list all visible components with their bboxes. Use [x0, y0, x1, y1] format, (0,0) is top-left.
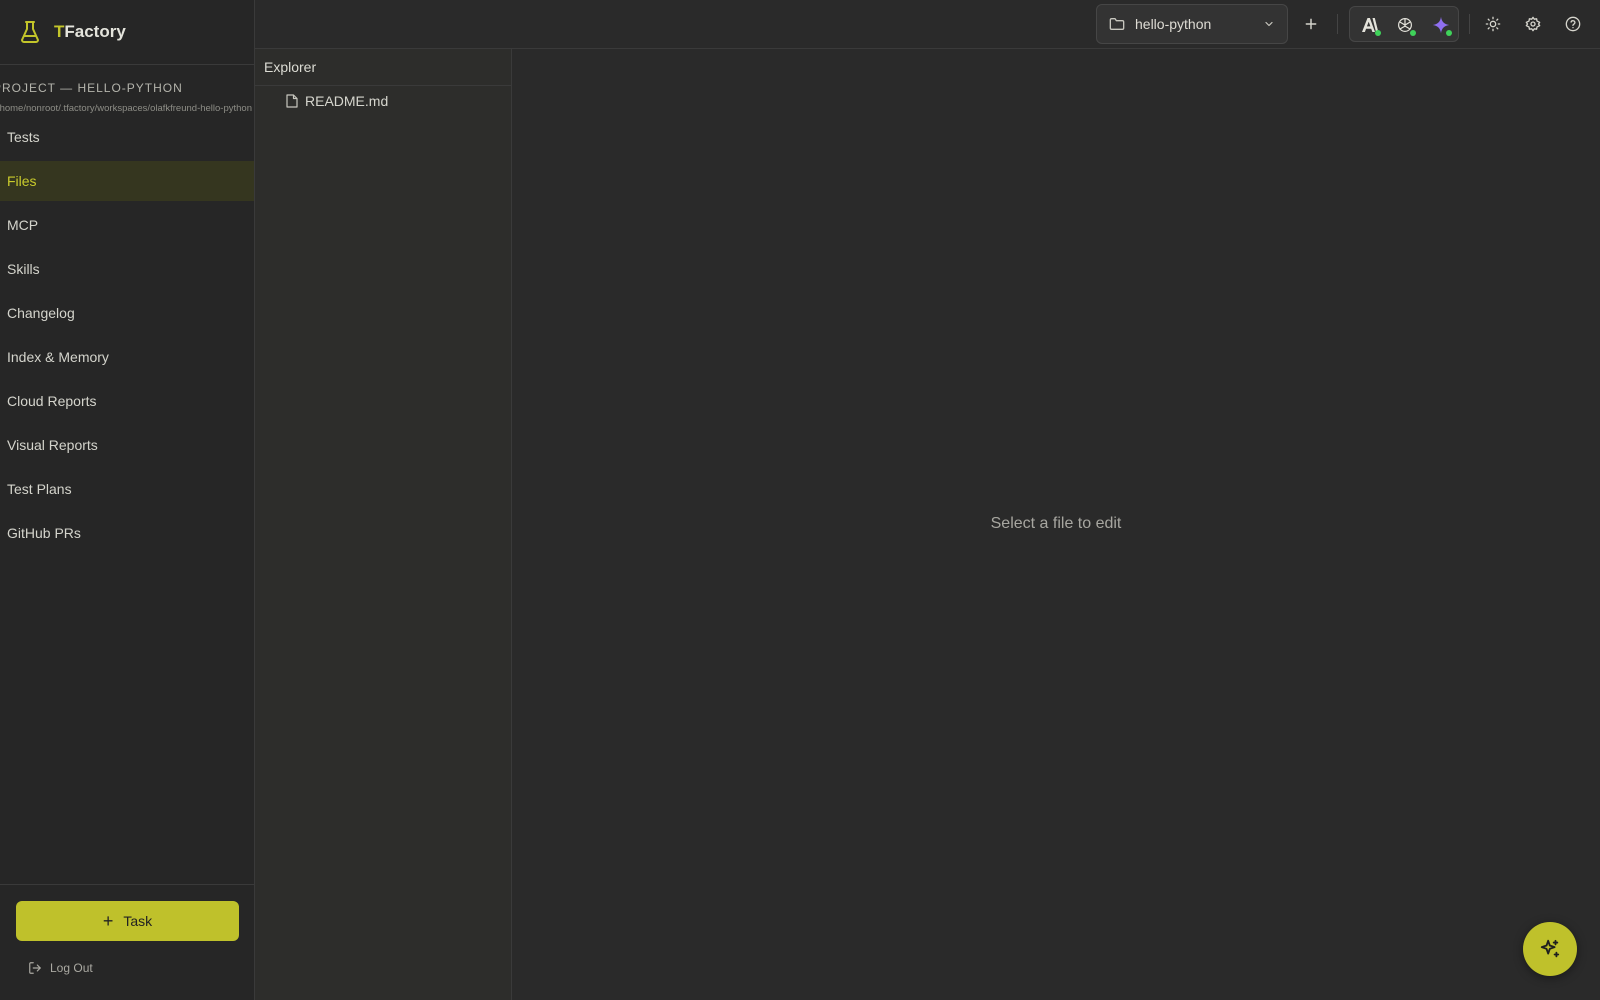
project-path: /home/nonroot/.tfactory/workspaces/olafk… [0, 103, 252, 114]
sidebar-item-tests[interactable]: Tests [0, 117, 254, 157]
explorer-panel: Explorer README.md [255, 49, 512, 1000]
project-select[interactable]: hello-python [1096, 4, 1288, 44]
add-project-button[interactable] [1299, 12, 1323, 36]
sidebar-item-files[interactable]: Files [0, 161, 254, 201]
logout-icon [28, 961, 42, 975]
sidebar: TFactory PROJECT — HELLO-PYTHON /home/no… [0, 0, 255, 1000]
sidebar-item-visual-reports[interactable]: Visual Reports [0, 425, 254, 465]
agent-status-group [1349, 6, 1459, 42]
status-dot [1446, 30, 1452, 36]
flask-icon [20, 20, 40, 44]
logout-label: Log Out [50, 961, 93, 975]
ai-assistant-button[interactable] [1523, 922, 1577, 976]
sidebar-item-test-plans[interactable]: Test Plans [0, 469, 254, 509]
brand[interactable]: TFactory [0, 0, 254, 65]
project-title: PROJECT — HELLO-PYTHON [0, 81, 183, 95]
status-dot [1375, 30, 1381, 36]
top-bar: hello-python [255, 0, 1600, 49]
task-button-label: Task [123, 913, 153, 929]
gear-icon [1525, 16, 1541, 32]
editor-area: Select a file to edit [512, 49, 1600, 1000]
divider [1337, 14, 1338, 34]
divider [1469, 14, 1470, 34]
sidebar-item-cloud-reports[interactable]: Cloud Reports [0, 381, 254, 421]
openai-agent-button[interactable] [1393, 13, 1417, 37]
chevron-down-icon [1263, 18, 1275, 30]
file-name: README.md [305, 93, 389, 109]
brand-name: TFactory [54, 22, 126, 42]
theme-toggle-button[interactable] [1481, 12, 1505, 36]
plus-icon [1305, 18, 1317, 30]
sun-icon [1485, 16, 1501, 32]
sidebar-item-changelog[interactable]: Changelog [0, 293, 254, 333]
empty-editor-message: Select a file to edit [990, 515, 1122, 532]
sidebar-nav: Tests Files MCP Skills Changelog Index &… [0, 117, 254, 553]
gemini-agent-button[interactable] [1429, 13, 1453, 37]
help-button[interactable] [1561, 12, 1585, 36]
anthropic-agent-button[interactable] [1358, 13, 1382, 37]
sparkles-icon [1540, 939, 1560, 958]
project-info: PROJECT — HELLO-PYTHON /home/nonroot/.tf… [0, 65, 254, 117]
status-dot [1410, 30, 1416, 36]
brand-first-letter: T [54, 22, 65, 41]
logout-link[interactable]: Log Out [28, 961, 93, 975]
sidebar-footer: + Task Log Out [0, 884, 254, 1000]
project-select-value: hello-python [1135, 16, 1212, 32]
file-icon [286, 94, 298, 108]
new-task-button[interactable]: + Task [16, 901, 239, 941]
folder-icon [1109, 17, 1125, 31]
explorer-header: Explorer [255, 49, 511, 86]
brand-rest: Factory [64, 22, 126, 41]
sidebar-item-mcp[interactable]: MCP [0, 205, 254, 245]
settings-button[interactable] [1521, 12, 1545, 36]
plus-icon: + [102, 911, 114, 931]
sidebar-item-skills[interactable]: Skills [0, 249, 254, 289]
sidebar-item-index-memory[interactable]: Index & Memory [0, 337, 254, 377]
file-tree-item[interactable]: README.md [255, 86, 511, 116]
help-icon [1565, 16, 1581, 32]
sidebar-item-github-prs[interactable]: GitHub PRs [0, 513, 254, 553]
